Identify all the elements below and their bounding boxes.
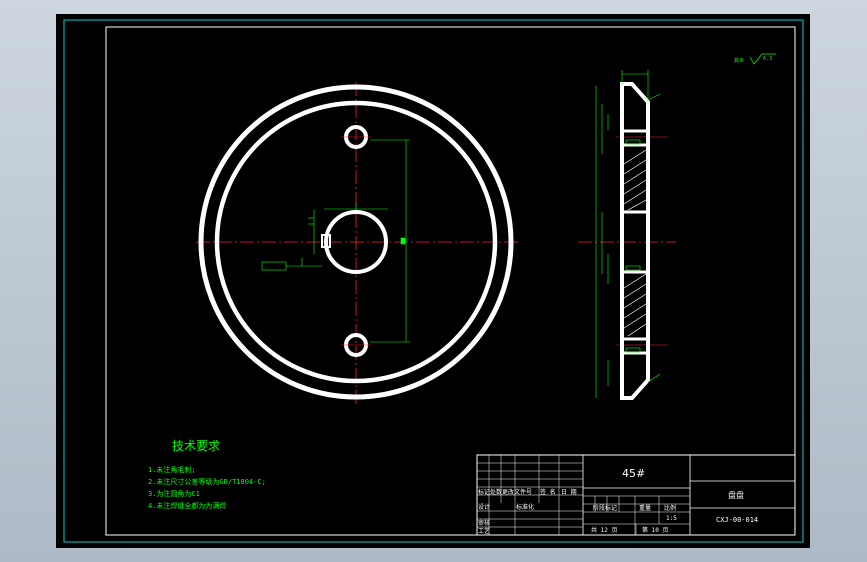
tb-scale: 1:5 <box>666 515 677 522</box>
drawing-border <box>105 26 796 536</box>
technical-requirements: 技术要求 1.未注角毛刺; 2.未注尺寸公差等级为GB/T1804-C; 3.为… <box>148 439 266 510</box>
section-dimensions <box>595 70 661 398</box>
outer-frame <box>63 19 804 543</box>
tb-material: 45# <box>622 467 645 480</box>
tb-check-label: 审核 <box>478 519 490 527</box>
requirement-3: 3.为注圆角为C1 <box>148 489 200 498</box>
tb-part-name: 盘盘 <box>728 490 744 500</box>
tb-design-label: 设计 <box>478 503 490 511</box>
tb-header-date: 日 期 <box>561 488 577 496</box>
tb-header-change: 更改文件号 <box>502 488 532 496</box>
tb-header-count: 处数 <box>490 488 502 496</box>
tb-weight-label: 重量 <box>639 504 651 512</box>
requirement-2: 2.未注尺寸公差等级为GB/T1804-C; <box>148 477 266 486</box>
tb-ratio-label: 比例 <box>664 504 676 512</box>
tb-sheet-total: 共 12 页 <box>591 526 617 534</box>
hatch-upper <box>623 149 647 211</box>
hatch-lower <box>623 273 647 337</box>
tb-stage-label: 阶段标记 <box>593 504 617 512</box>
tb-process-label: 工艺 <box>478 527 490 535</box>
tb-header-mark: 标记 <box>478 488 490 496</box>
surface-finish-note: 其余 6.3 <box>734 53 776 65</box>
requirements-title: 技术要求 <box>172 439 220 453</box>
requirement-1: 1.未注角毛刺; <box>148 465 196 474</box>
front-view <box>196 82 521 404</box>
title-block: 标记 处数 更改文件号 签 名 日 期 设计 标准化 审核 工艺 阶段标记 重量… <box>476 454 796 536</box>
cad-viewport[interactable]: 其余 6.3 技术要求 1.未注角毛刺; 2.未注尺寸公差等级为GB/T1804… <box>56 14 810 548</box>
surface-value: 6.3 <box>763 56 772 62</box>
engineering-drawing: 其余 6.3 技术要求 1.未注角毛刺; 2.未注尺寸公差等级为GB/T1804… <box>63 19 804 543</box>
requirement-4: 4.未注焊缝全都为为满焊 <box>148 501 226 510</box>
tb-header-sign: 签 名 <box>540 488 556 496</box>
tb-std-label: 标准化 <box>516 503 534 511</box>
surface-note-label: 其余 <box>734 57 744 64</box>
tb-sheet-current: 第 10 页 <box>642 526 668 534</box>
tb-drawing-number: CXJ-00-014 <box>716 516 758 524</box>
section-view <box>578 70 676 400</box>
